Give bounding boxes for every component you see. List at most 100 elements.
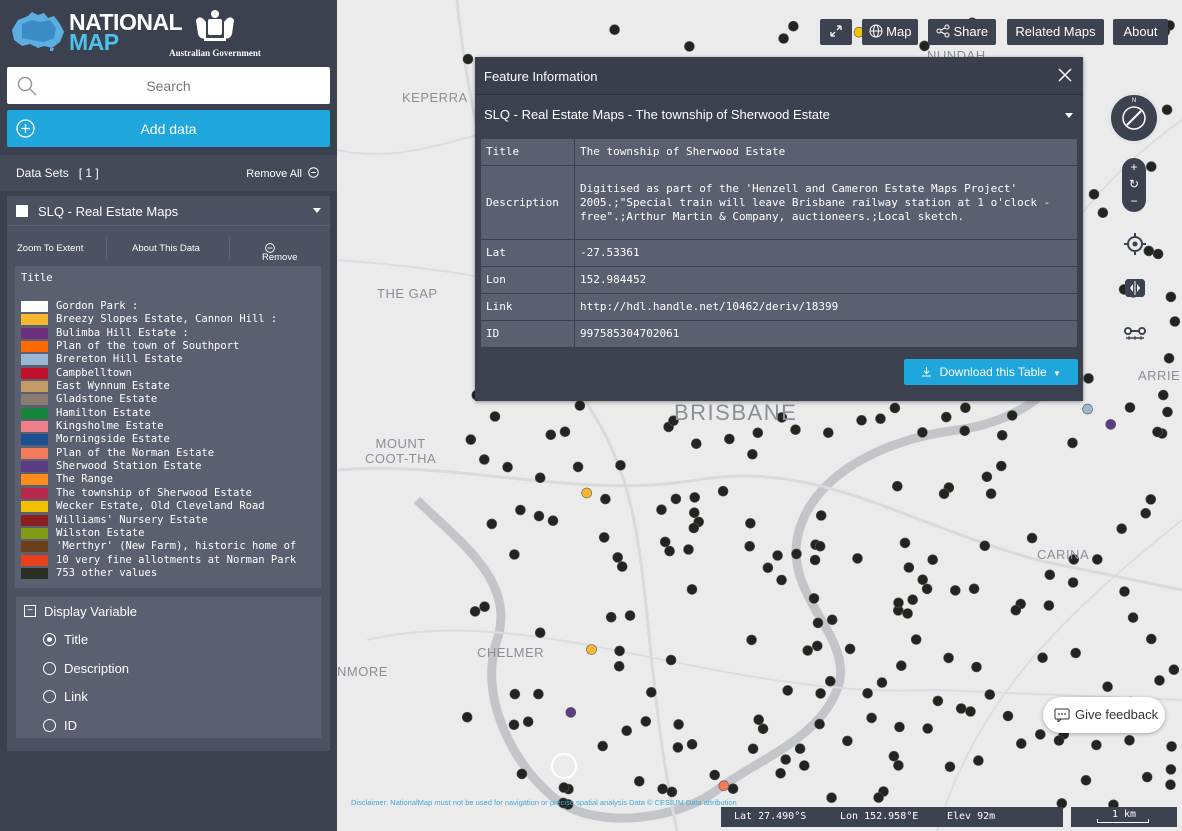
map-point[interactable] [565, 707, 577, 718]
map-point[interactable] [746, 634, 757, 646]
map-point[interactable] [621, 725, 633, 737]
map-point[interactable] [979, 540, 991, 552]
map-point[interactable] [790, 424, 801, 436]
map-point[interactable] [938, 488, 950, 500]
map-point[interactable] [775, 767, 786, 779]
map-point[interactable] [1067, 437, 1078, 449]
map-point[interactable] [1168, 664, 1180, 676]
map-point[interactable] [971, 661, 982, 673]
map-point[interactable] [752, 427, 764, 439]
map-point[interactable] [1119, 586, 1130, 597]
map-point[interactable] [1161, 104, 1173, 116]
radio-button[interactable] [43, 719, 56, 732]
map-point[interactable] [1082, 403, 1093, 415]
map-point[interactable] [533, 510, 545, 522]
map-point[interactable] [1145, 494, 1157, 505]
map-point[interactable] [955, 703, 967, 714]
map-point[interactable] [1006, 410, 1018, 421]
map-point[interactable] [718, 780, 730, 792]
zoom-in-button[interactable]: + [1122, 160, 1146, 176]
map-point[interactable] [462, 53, 474, 65]
map-point[interactable] [1165, 779, 1176, 791]
map-point[interactable] [893, 597, 904, 609]
map-point[interactable] [1157, 389, 1169, 401]
remove-all-button[interactable]: Remove All [246, 167, 319, 180]
map-point[interactable] [778, 33, 789, 44]
map-point[interactable] [1026, 532, 1038, 544]
map-point[interactable] [996, 429, 1008, 441]
map-point[interactable] [686, 738, 698, 750]
map-point[interactable] [489, 411, 501, 422]
map-point[interactable] [981, 471, 993, 483]
map-point[interactable] [666, 786, 678, 798]
map-point[interactable] [522, 716, 534, 728]
map-point[interactable] [899, 537, 911, 549]
map-point[interactable] [1091, 554, 1103, 565]
map-point[interactable] [907, 594, 919, 606]
map-point[interactable] [574, 400, 586, 411]
fullscreen-button[interactable] [820, 19, 852, 45]
zoom-out-button[interactable]: − [1122, 194, 1146, 210]
radio-button[interactable] [43, 662, 56, 675]
map-point[interactable] [824, 675, 836, 687]
map-point[interactable] [1127, 612, 1139, 623]
compass-control[interactable]: N [1108, 92, 1160, 144]
map-point[interactable] [1053, 735, 1065, 746]
map-point[interactable] [605, 611, 617, 623]
collapse-icon[interactable]: − [24, 605, 36, 617]
feature-section-header[interactable]: SLQ - Real Estate Maps - The township of… [475, 96, 1083, 132]
map-point[interactable] [917, 574, 929, 586]
zoom-to-extent-button[interactable]: Zoom To Extent [17, 243, 83, 254]
map-point[interactable] [689, 492, 701, 503]
map-point[interactable] [959, 425, 971, 437]
display-variable-header[interactable]: − Display Variable [24, 604, 137, 619]
map-point[interactable] [791, 548, 802, 560]
map-point[interactable] [1145, 161, 1157, 172]
map-point[interactable] [664, 545, 675, 557]
map-point[interactable] [1140, 507, 1152, 519]
map-point[interactable] [709, 769, 721, 781]
map-point[interactable] [686, 584, 698, 595]
map-point[interactable] [614, 645, 625, 657]
map-point[interactable] [509, 688, 521, 700]
share-button[interactable]: Share [928, 19, 996, 45]
map-point[interactable] [1102, 681, 1113, 693]
map-point[interactable] [973, 755, 984, 766]
map-point[interactable] [616, 561, 628, 572]
map-point[interactable] [891, 480, 903, 492]
map-point[interactable] [724, 433, 735, 445]
map-point[interactable] [1145, 633, 1157, 645]
related-maps-button[interactable]: Related Maps [1007, 19, 1104, 45]
map-point[interactable] [922, 723, 934, 734]
map-point[interactable] [1043, 600, 1055, 611]
map-point[interactable] [559, 426, 571, 438]
map-point[interactable] [1015, 738, 1027, 749]
dataset-visibility-checkbox[interactable] [16, 205, 28, 217]
map-point[interactable] [1070, 647, 1082, 659]
map-point[interactable] [659, 536, 671, 548]
map-point[interactable] [782, 685, 794, 696]
map-point[interactable] [943, 652, 954, 664]
chevron-down-icon[interactable] [313, 208, 321, 213]
map-point[interactable] [515, 504, 526, 516]
map-point[interactable] [673, 719, 684, 730]
give-feedback-button[interactable]: Give feedback [1043, 697, 1165, 733]
map-point[interactable] [1162, 406, 1173, 418]
about-data-button[interactable]: About This Data [132, 243, 200, 254]
map-point[interactable] [745, 517, 756, 529]
map-point[interactable] [917, 427, 928, 438]
reset-view-button[interactable]: ↻ [1122, 177, 1146, 193]
map-point[interactable] [558, 782, 570, 793]
map-point[interactable] [744, 540, 756, 552]
map-point[interactable] [657, 783, 668, 795]
map-point[interactable] [856, 414, 867, 426]
map-point[interactable] [545, 429, 557, 441]
map-settings-button[interactable]: Map [862, 19, 918, 45]
map-point[interactable] [665, 654, 677, 666]
map-point[interactable] [1080, 774, 1092, 786]
map-point[interactable] [612, 552, 624, 563]
map-point[interactable] [1124, 402, 1136, 413]
map-point[interactable] [826, 614, 838, 626]
map-point[interactable] [772, 550, 783, 561]
map-point[interactable] [903, 562, 915, 573]
